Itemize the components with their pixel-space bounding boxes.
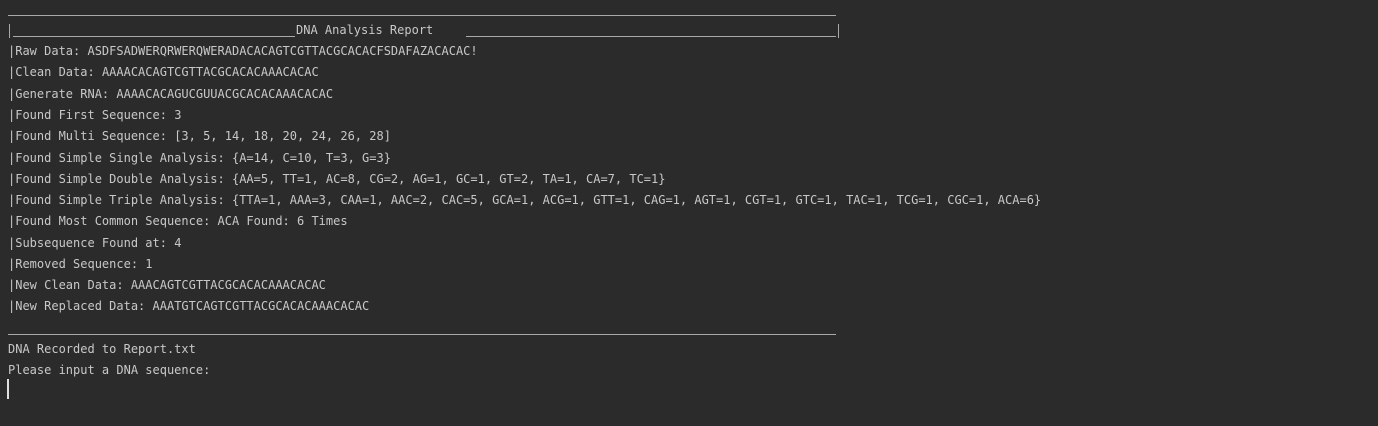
title-right-fill	[466, 36, 836, 37]
line-value: AAACAGTCGTTACGCACACAAACACAC	[130, 278, 326, 292]
line-label: New Replaced Data:	[15, 299, 153, 313]
console-window: DNA Analysis Report |Raw Data: ASDFSADWE…	[0, 0, 1378, 426]
report-title: DNA Analysis Report	[296, 23, 434, 37]
report-line-new-clean-data: |New Clean Data: AAACAGTCGTTACGCACACAAAC…	[8, 278, 326, 292]
report-line-subsequence: |Subsequence Found at: 4	[8, 236, 182, 250]
line-label: Found Most Common Sequence:	[15, 214, 218, 228]
report-line-double-analysis: |Found Simple Double Analysis: {AA=5, TT…	[8, 172, 666, 186]
line-label: Clean Data:	[15, 65, 102, 79]
line-value: ASDFSADWERQRWERQWERADACACAGTCGTTACGCACAC…	[87, 44, 478, 58]
report-line-generate-rna: |Generate RNA: AAAACACAGUCGUUACGCACACAAA…	[8, 87, 334, 101]
report-line-most-common: |Found Most Common Sequence: ACA Found: …	[8, 214, 348, 228]
line-value: AAAACACAGUCGUUACGCACACAAACACAC	[116, 87, 334, 101]
line-label: Found Simple Triple Analysis:	[15, 193, 232, 207]
report-title-row: DNA Analysis Report	[8, 22, 842, 38]
line-value: 3	[174, 108, 182, 122]
recorded-message: DNA Recorded to Report.txt	[8, 342, 196, 356]
bottom-rule	[8, 334, 836, 335]
line-value: {TTA=1, AAA=3, CAA=1, AAC=2, CAC=5, GCA=…	[231, 193, 1042, 207]
input-prompt: Please input a DNA sequence:	[8, 363, 211, 377]
report-line-new-replaced-data: |New Replaced Data: AAATGTCAGTCGTTACGCAC…	[8, 299, 370, 313]
report-line-triple-analysis: |Found Simple Triple Analysis: {TTA=1, A…	[8, 193, 1042, 207]
report-line-multi-sequence: |Found Multi Sequence: [3, 5, 14, 18, 20…	[8, 129, 391, 143]
report-line-single-analysis: |Found Simple Single Analysis: {A=14, C=…	[8, 151, 391, 165]
line-label: Subsequence Found at:	[15, 236, 175, 250]
title-left-fill	[13, 36, 295, 37]
report-line-first-sequence: |Found First Sequence: 3	[8, 108, 182, 122]
line-value: AAAACACAGTCGTTACGCACACAAACACAC	[101, 65, 319, 79]
line-label: Raw Data:	[15, 44, 88, 58]
report-line-removed-sequence: |Removed Sequence: 1	[8, 257, 153, 271]
title-left-bar	[9, 24, 10, 38]
line-label: Found First Sequence:	[15, 108, 175, 122]
line-value: 4	[174, 236, 182, 250]
line-label: New Clean Data:	[15, 278, 131, 292]
text-cursor[interactable]	[7, 379, 9, 399]
line-value: AAATGTCAGTCGTTACGCACACAAACACAC	[152, 299, 370, 313]
line-label: Found Multi Sequence:	[15, 129, 175, 143]
line-value: [3, 5, 14, 18, 20, 24, 26, 28]	[174, 129, 391, 143]
line-value: ACA Found: 6 Times	[217, 214, 348, 228]
line-value: {AA=5, TT=1, AC=8, CG=2, AG=1, GC=1, GT=…	[231, 172, 666, 186]
report-line-raw-data: |Raw Data: ASDFSADWERQRWERQWERADACACAGTC…	[8, 44, 478, 58]
line-label: Found Simple Single Analysis:	[15, 151, 232, 165]
line-label: Removed Sequence:	[15, 257, 146, 271]
line-label: Generate RNA:	[15, 87, 117, 101]
report-line-clean-data: |Clean Data: AAAACACAGTCGTTACGCACACAAACA…	[8, 65, 319, 79]
line-label: Found Simple Double Analysis:	[15, 172, 232, 186]
line-value: 1	[145, 257, 153, 271]
line-value: {A=14, C=10, T=3, G=3}	[231, 151, 391, 165]
top-rule	[8, 15, 836, 16]
title-right-bar	[838, 24, 839, 38]
